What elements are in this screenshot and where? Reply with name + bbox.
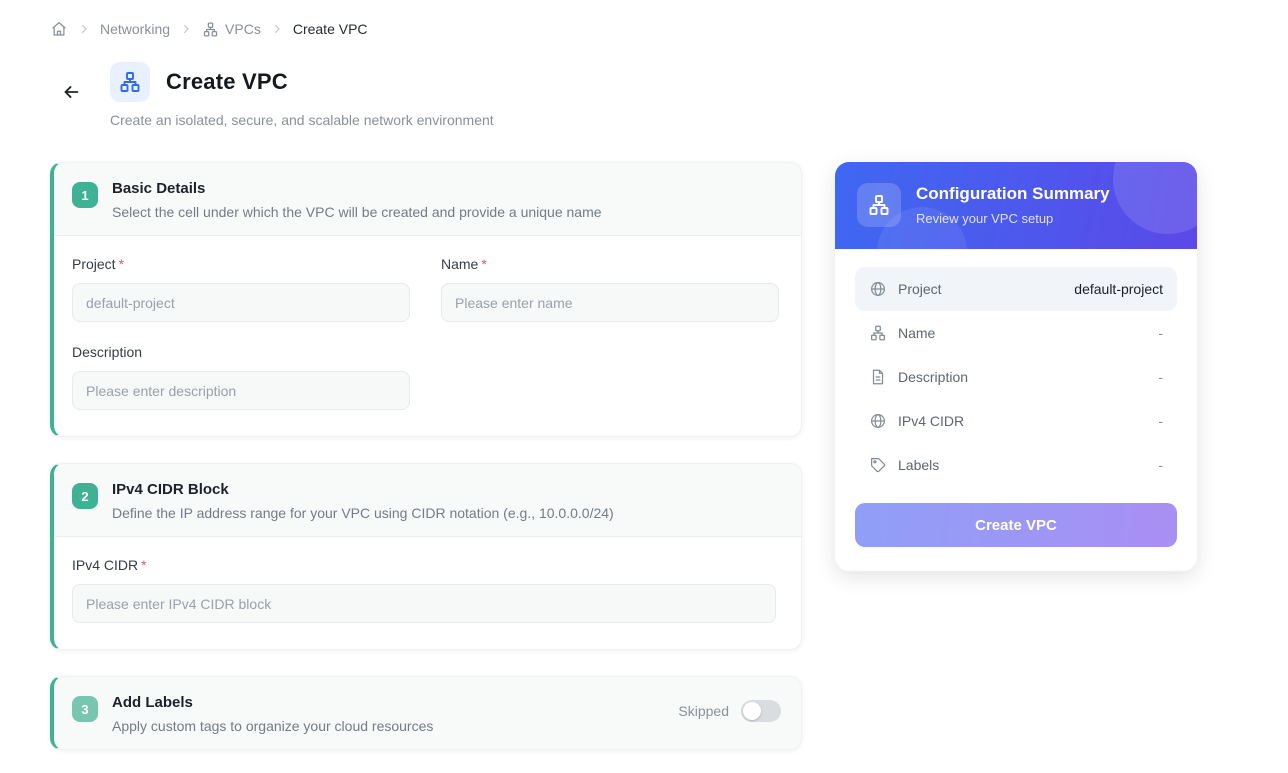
page-subtitle: Create an isolated, secure, and scalable… (110, 112, 494, 128)
summary-row-label: Labels (898, 457, 940, 473)
breadcrumb-networking[interactable]: Networking (100, 21, 170, 37)
description-label: Description (72, 344, 143, 360)
section-title: Add Labels (112, 694, 193, 711)
summary-row-value: - (1158, 413, 1163, 429)
summary-row-label: Project (898, 281, 942, 297)
chevron-right-icon (180, 23, 192, 35)
section-description: Select the cell under which the VPC will… (112, 204, 602, 220)
network-icon (202, 21, 219, 38)
section-title: IPv4 CIDR Block (112, 481, 229, 498)
project-label: Project * (72, 256, 125, 272)
summary-rows: Project default-project Name - Descripti… (835, 249, 1197, 487)
breadcrumb: Networking VPCs Create VPC (50, 18, 1288, 40)
ipv4-cidr-input[interactable] (72, 584, 776, 623)
required-asterisk: * (118, 256, 125, 272)
back-button[interactable] (54, 76, 88, 110)
section-ipv4-cidr-header: 2 IPv4 CIDR Block Define the IP address … (54, 464, 801, 537)
description-input[interactable] (72, 371, 410, 410)
breadcrumb-home[interactable] (50, 20, 68, 38)
project-input[interactable] (72, 283, 410, 322)
globe-icon (869, 412, 887, 430)
section-add-labels: 3 Add Labels Apply custom tags to organi… (50, 676, 802, 750)
summary-header: Configuration Summary Review your VPC se… (835, 162, 1197, 249)
section-basic-details: 1 Basic Details Select the cell under wh… (50, 162, 802, 437)
skipped-label: Skipped (678, 703, 729, 719)
summary-subtitle: Review your VPC setup (916, 211, 1054, 226)
summary-row-ipv4-cidr: IPv4 CIDR - (855, 399, 1177, 443)
summary-row-name: Name - (855, 311, 1177, 355)
section-description: Define the IP address range for your VPC… (112, 505, 614, 521)
breadcrumb-vpcs[interactable]: VPCs (202, 21, 261, 38)
step-badge-1: 1 (72, 182, 98, 208)
summary-row-value: - (1158, 325, 1163, 341)
create-vpc-button[interactable]: Create VPC (855, 503, 1177, 547)
name-field: Name * (441, 256, 779, 322)
name-label: Name * (441, 256, 487, 272)
section-basic-details-header: 1 Basic Details Select the cell under wh… (54, 163, 801, 236)
name-input[interactable] (441, 283, 779, 322)
section-description: Apply custom tags to organize your cloud… (112, 718, 434, 734)
summary-row-value: - (1158, 457, 1163, 473)
arrow-left-icon (60, 81, 82, 106)
vpc-icon (110, 62, 150, 102)
decorative-circle (1113, 162, 1197, 234)
ipv4-cidr-field: IPv4 CIDR * (72, 557, 777, 623)
summary-row-label: IPv4 CIDR (898, 413, 965, 429)
required-asterisk: * (481, 256, 487, 272)
summary-row-labels: Labels - (855, 443, 1177, 487)
section-ipv4-cidr: 2 IPv4 CIDR Block Define the IP address … (50, 463, 802, 650)
page-header: Create VPC Create an isolated, secure, a… (50, 62, 1288, 128)
network-icon (869, 324, 887, 342)
summary-title: Configuration Summary (916, 184, 1110, 203)
labels-skip-toggle[interactable] (741, 700, 781, 722)
vpc-icon (857, 183, 901, 227)
configuration-summary-card: Configuration Summary Review your VPC se… (835, 162, 1197, 571)
chevron-right-icon (78, 23, 90, 35)
breadcrumb-vpcs-label: VPCs (225, 21, 261, 37)
toggle-knob (743, 702, 761, 720)
page-title: Create VPC (166, 69, 288, 94)
project-field: Project * (72, 256, 410, 322)
section-title: Basic Details (112, 180, 206, 197)
step-badge-3: 3 (72, 696, 98, 722)
tag-icon (869, 456, 887, 474)
summary-row-value: default-project (1074, 281, 1163, 297)
summary-row-label: Name (898, 325, 936, 341)
description-field: Description (72, 344, 410, 410)
breadcrumb-current: Create VPC (292, 21, 368, 37)
chevron-right-icon (271, 23, 283, 35)
summary-row-project: Project default-project (855, 267, 1177, 311)
section-add-labels-header: 3 Add Labels Apply custom tags to organi… (54, 677, 801, 749)
summary-row-value: - (1158, 369, 1163, 385)
document-icon (869, 368, 887, 386)
required-asterisk: * (141, 557, 147, 573)
summary-row-description: Description - (855, 355, 1177, 399)
home-icon (50, 20, 68, 38)
ipv4-cidr-label: IPv4 CIDR * (72, 557, 147, 573)
summary-row-label: Description (898, 369, 969, 385)
step-badge-2: 2 (72, 483, 98, 509)
globe-icon (869, 280, 887, 298)
create-vpc-page: Networking VPCs Create VPC Create VPC Cr… (0, 0, 1288, 750)
